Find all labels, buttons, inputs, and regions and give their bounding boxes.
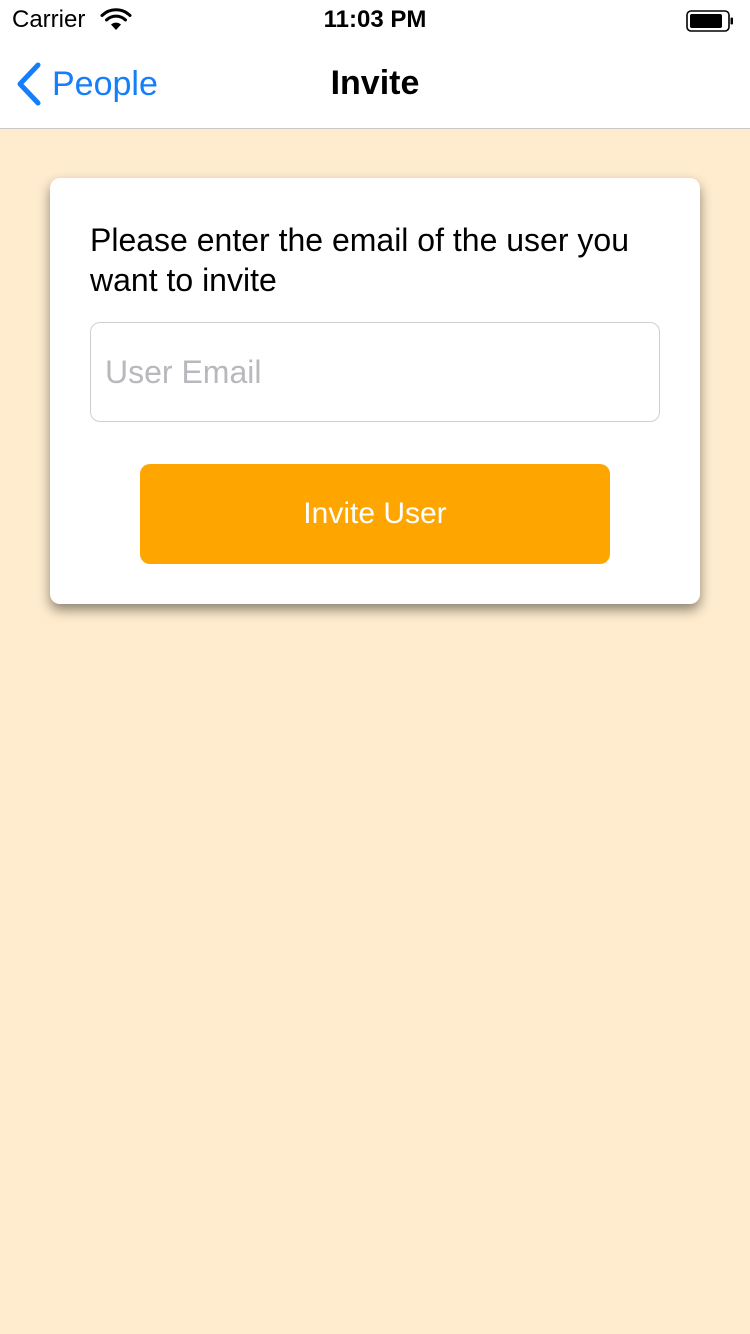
email-field[interactable]: [90, 322, 660, 422]
battery-icon: [686, 10, 733, 32]
invite-card: Please enter the email of the user you w…: [50, 178, 700, 604]
status-bar: Carrier 11:03 PM: [0, 0, 750, 40]
page-title: Invite: [330, 64, 420, 102]
instructions-text: Please enter the email of the user you w…: [90, 222, 629, 298]
clock: 11:03 PM: [323, 6, 427, 33]
invite-user-button[interactable]: Invite User: [140, 464, 610, 564]
navigation-bar: People Invite: [0, 40, 750, 129]
